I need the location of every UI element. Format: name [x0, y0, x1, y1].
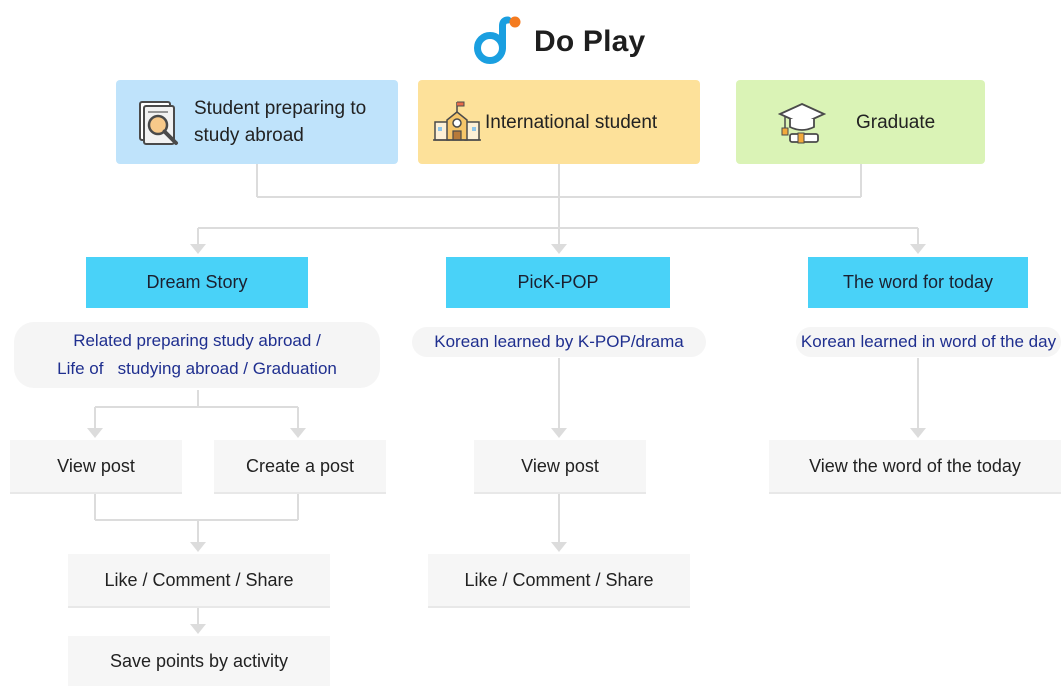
magnifier-document-icon: [139, 101, 178, 145]
action-dream-view-post: View post: [10, 440, 182, 492]
arrowhead-dream-save: [190, 624, 206, 634]
description-pick-pop: Korean learned by K-POP/drama: [412, 327, 706, 357]
graduation-cap-diploma-icon: [778, 103, 826, 144]
category-dream-story: Dream Story: [86, 257, 308, 308]
user-type-label: International student: [485, 111, 658, 133]
category-word-for-today: The word for today: [808, 257, 1028, 308]
arrowhead-word-today: [910, 244, 926, 254]
user-type-label: Graduate: [856, 111, 936, 133]
arrowhead-dream-create: [290, 428, 306, 438]
action-pickpop-view-post: View post: [474, 440, 646, 492]
user-type-label: Student preparing to study abroad: [194, 98, 367, 146]
description-line: Life of studying abroad / Graduation: [57, 359, 337, 378]
action-view-word-of-today: View the word of the today: [769, 440, 1061, 492]
school-building-icon: [433, 101, 481, 141]
arrowhead-dream-view: [87, 428, 103, 438]
brand-name: Do Play: [534, 25, 646, 58]
user-type-preparing: Student preparing to study abroad: [116, 80, 398, 164]
action-dream-create-post: Create a post: [214, 440, 386, 492]
arrowhead-dream-like: [190, 542, 206, 552]
description-line: Related preparing study abroad /: [73, 331, 321, 350]
connector-bus-to-categories: [197, 197, 919, 244]
arrowhead-dream-story: [190, 244, 206, 254]
arrowhead-pickpop-view: [551, 428, 567, 438]
user-type-graduate: Graduate: [736, 80, 985, 164]
brand-logo: Do Play: [468, 16, 645, 68]
arrowhead-pickpop-like: [551, 542, 567, 552]
arrowhead-word-view: [910, 428, 926, 438]
action-dream-like-comment-share: Like / Comment / Share: [68, 554, 330, 606]
description-word-for-today: Korean learned in word of the day: [796, 327, 1061, 357]
do-play-logo-icon: [474, 16, 521, 64]
arrowhead-pick-pop: [551, 244, 567, 254]
connector-dream-desc-to-actions: [94, 390, 299, 428]
connector-dream-actions-to-like: [94, 492, 299, 542]
description-dream-story: Related preparing study abroad / Life of…: [14, 322, 380, 388]
category-pick-pop: PicK-POP: [446, 257, 670, 308]
user-type-international: International student: [418, 80, 700, 164]
action-pickpop-like-comment-share: Like / Comment / Share: [428, 554, 690, 606]
connector-users-to-bus: [256, 164, 862, 198]
action-save-points: Save points by activity: [68, 636, 330, 686]
